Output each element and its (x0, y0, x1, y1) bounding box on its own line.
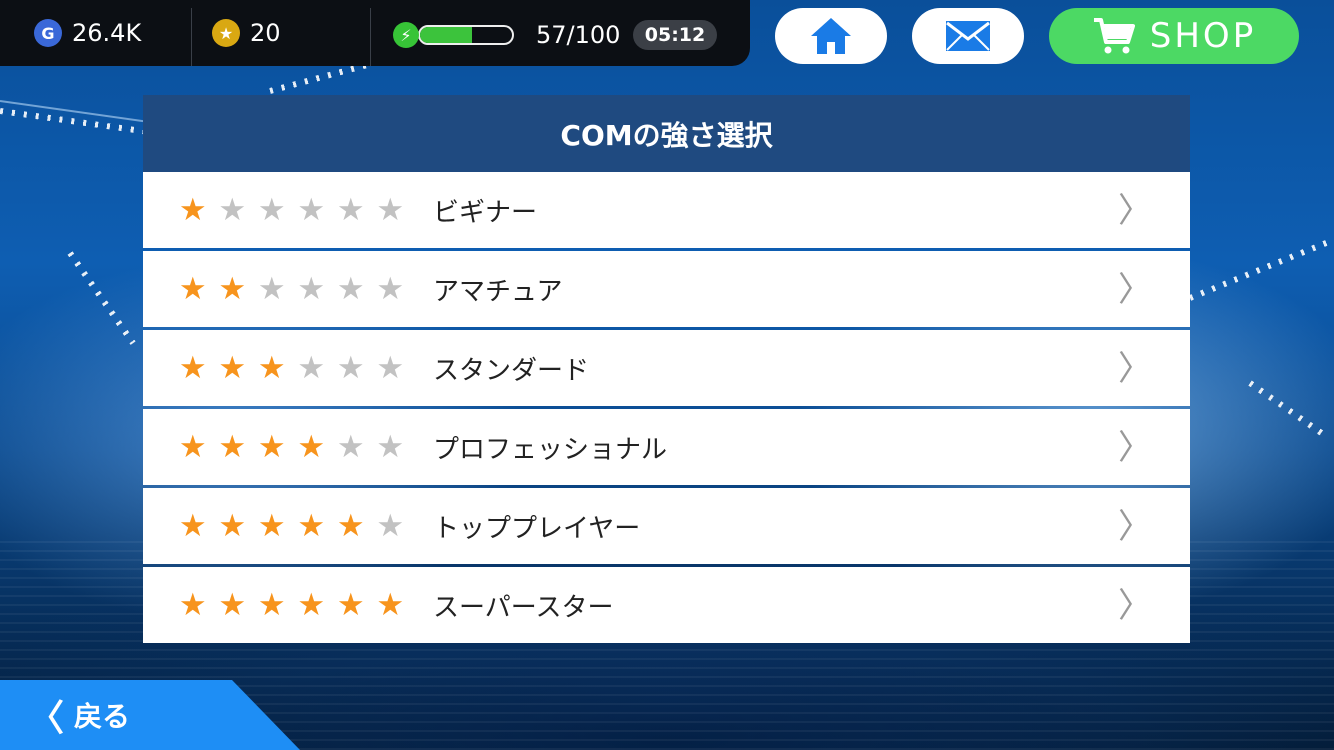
star-filled-icon: ★ (297, 586, 326, 623)
star-empty-icon: ★ (376, 507, 405, 544)
difficulty-label: ビギナー (433, 197, 538, 228)
star-empty-icon: ★ (376, 428, 405, 465)
star-rating: ★ ★ ★ ★ ★ ★ (173, 349, 433, 386)
difficulty-row[interactable]: ★ ★ ★ ★ ★ ★ スタンダード 〉 (143, 330, 1190, 406)
star-empty-icon: ★ (297, 270, 326, 307)
mail-button[interactable] (912, 8, 1024, 64)
star-rating: ★ ★ ★ ★ ★ ★ (173, 586, 433, 623)
difficulty-label: トッププレイヤー (433, 513, 641, 544)
star-empty-icon: ★ (376, 349, 405, 386)
difficulty-row[interactable]: ★ ★ ★ ★ ★ ★ ビギナー 〉 (143, 172, 1190, 248)
difficulty-row[interactable]: ★ ★ ★ ★ ★ ★ スーパースター 〉 (143, 567, 1190, 643)
star-filled-icon: ★ (297, 507, 326, 544)
star-filled-icon: ★ (178, 191, 207, 228)
star-empty-icon: ★ (336, 349, 365, 386)
star-filled-icon: ★ (218, 507, 247, 544)
star-filled-icon: ★ (178, 349, 207, 386)
difficulty-list: ★ ★ ★ ★ ★ ★ ビギナー〉 ★ ★ ★ ★ ★ ★ アマチュア〉 ★ ★ ★ ★ ★ ★ スタンダード〉 ★ ★ ★ ★… (143, 172, 1190, 643)
stamina-fill (420, 27, 473, 43)
resource-bar: G 26.4K ★ 20 ⚡ 57/100 05:12 (0, 0, 750, 66)
star-rating: ★ ★ ★ ★ ★ ★ (173, 428, 433, 465)
chevron-right-icon: 〉 (1118, 507, 1152, 547)
star-rating: ★ ★ ★ ★ ★ ★ (173, 507, 433, 544)
shop-label: SHOP (1149, 16, 1257, 56)
difficulty-label: スーパースター (433, 592, 614, 623)
star-filled-icon: ★ (257, 349, 286, 386)
star-rating: ★ ★ ★ ★ ★ ★ (173, 270, 433, 307)
chevron-right-icon: 〉 (1118, 270, 1152, 310)
stadium-lights-right (1188, 239, 1331, 301)
star-filled-icon: ★ (218, 270, 247, 307)
star-filled-icon: ★ (178, 428, 207, 465)
divider (191, 8, 192, 66)
panel-title: COMの強さ選択 (143, 95, 1190, 172)
gp-counter[interactable]: G 26.4K (34, 0, 141, 66)
star-empty-icon: ★ (218, 191, 247, 228)
chevron-right-icon: 〉 (1118, 428, 1152, 468)
difficulty-row[interactable]: ★ ★ ★ ★ ★ ★ トッププレイヤー 〉 (143, 488, 1190, 564)
difficulty-label: プロフェッショナル (433, 434, 668, 465)
chevron-right-icon: 〉 (1118, 349, 1152, 389)
coin-value: 20 (250, 19, 281, 47)
difficulty-label: アマチュア (433, 276, 563, 307)
difficulty-row[interactable]: ★ ★ ★ ★ ★ ★ プロフェッショナル 〉 (143, 409, 1190, 485)
star-empty-icon: ★ (257, 270, 286, 307)
home-icon (811, 18, 851, 54)
stamina-bar (418, 25, 514, 45)
star-filled-icon: ★ (218, 349, 247, 386)
stadium-lights-left-diag (67, 251, 136, 345)
star-filled-icon: ★ (257, 507, 286, 544)
star-filled-icon: ★ (336, 507, 365, 544)
home-button[interactable] (775, 8, 887, 64)
difficulty-row[interactable]: ★ ★ ★ ★ ★ ★ アマチュア 〉 (143, 251, 1190, 327)
coin-counter[interactable]: ★ 20 (212, 0, 281, 66)
chevron-left-icon: 〈 (28, 698, 65, 739)
star-empty-icon: ★ (297, 191, 326, 228)
lightning-icon: ⚡ (393, 22, 419, 48)
star-filled-icon: ★ (336, 586, 365, 623)
difficulty-label: スタンダード (433, 355, 590, 386)
star-coin-icon: ★ (212, 19, 240, 47)
star-filled-icon: ★ (218, 428, 247, 465)
star-empty-icon: ★ (336, 191, 365, 228)
chevron-right-icon: 〉 (1118, 191, 1152, 231)
star-empty-icon: ★ (257, 191, 286, 228)
star-filled-icon: ★ (178, 270, 207, 307)
chevron-right-icon: 〉 (1118, 586, 1152, 626)
star-rating: ★ ★ ★ ★ ★ ★ (173, 191, 433, 228)
star-filled-icon: ★ (297, 428, 326, 465)
g-coin-icon: G (34, 19, 62, 47)
gp-value: 26.4K (72, 19, 142, 47)
back-label: 戻る (74, 700, 131, 733)
com-difficulty-panel: COMの強さ選択 ★ ★ ★ ★ ★ ★ ビギナー〉 ★ ★ ★ ★ ★ ★ アマチュア〉 ★ ★ ★ ★ ★ ★ スタ… (143, 95, 1190, 643)
star-filled-icon: ★ (257, 586, 286, 623)
stamina-value: 57/100 (536, 21, 621, 49)
star-empty-icon: ★ (336, 270, 365, 307)
star-empty-icon: ★ (376, 191, 405, 228)
star-filled-icon: ★ (376, 586, 405, 623)
star-filled-icon: ★ (178, 586, 207, 623)
star-empty-icon: ★ (336, 428, 365, 465)
star-filled-icon: ★ (257, 428, 286, 465)
star-filled-icon: ★ (178, 507, 207, 544)
divider (370, 8, 371, 66)
star-filled-icon: ★ (218, 586, 247, 623)
stadium-lights-right-diag (1248, 380, 1326, 438)
star-empty-icon: ★ (297, 349, 326, 386)
star-empty-icon: ★ (376, 270, 405, 307)
stamina-timer: 05:12 (633, 20, 717, 50)
cart-icon (1093, 18, 1135, 54)
shop-button[interactable]: SHOP (1049, 8, 1299, 64)
mail-icon (946, 21, 990, 51)
